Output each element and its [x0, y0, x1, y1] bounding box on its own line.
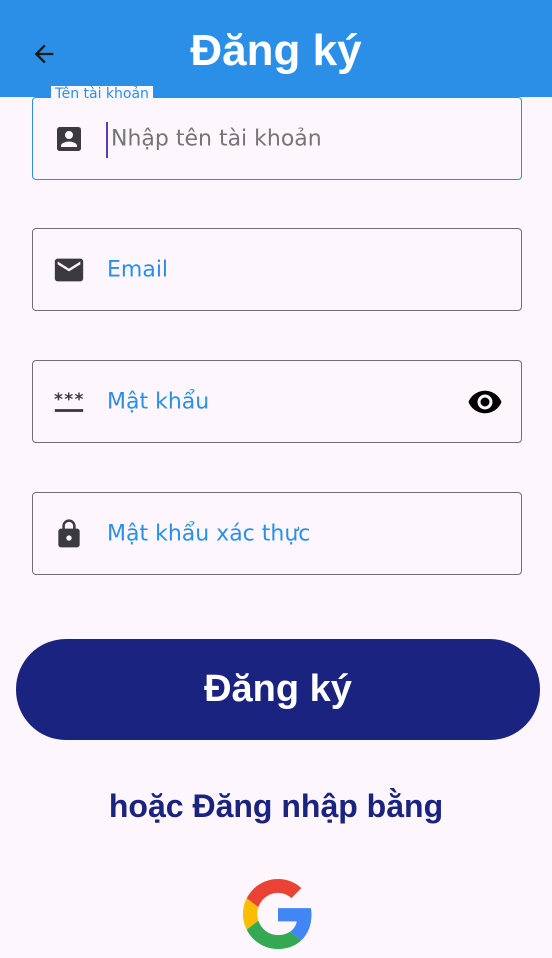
password-field[interactable]: *** Mật khẩu — [32, 360, 522, 443]
text-caret — [106, 122, 108, 158]
confirm-password-placeholder: Mật khẩu xác thực — [107, 521, 311, 546]
lock-icon — [51, 516, 87, 552]
google-login-button[interactable] — [242, 878, 314, 950]
email-placeholder: Email — [107, 257, 169, 282]
password-placeholder: Mật khẩu — [107, 389, 210, 414]
or-login-with-text: hoặc Đăng nhập bằng — [108, 788, 444, 824]
username-field[interactable]: Tên tài khoản — [32, 86, 522, 180]
toggle-visibility-button[interactable] — [465, 382, 505, 422]
password-icon: *** — [51, 384, 87, 420]
username-input[interactable] — [111, 126, 491, 151]
account-box-icon — [51, 121, 87, 157]
page-title: Đăng ký — [190, 26, 362, 75]
email-field[interactable]: Email — [32, 228, 522, 311]
app-bar: Đăng ký — [0, 0, 552, 97]
eye-icon — [468, 390, 502, 413]
svg-text:***: *** — [53, 389, 84, 409]
username-label: Tên tài khoản — [51, 86, 153, 102]
mail-icon — [51, 252, 87, 288]
google-icon — [243, 879, 312, 949]
register-button[interactable]: Đăng ký — [16, 639, 540, 740]
confirm-password-field[interactable]: Mật khẩu xác thực — [32, 492, 522, 575]
